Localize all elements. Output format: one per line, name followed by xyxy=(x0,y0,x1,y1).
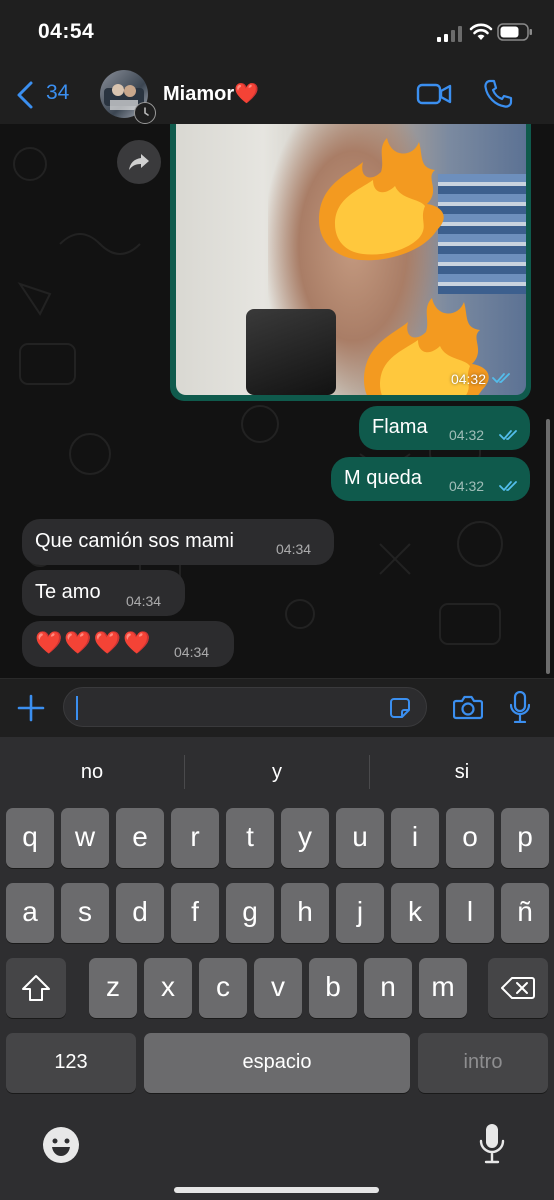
shift-key[interactable] xyxy=(6,958,66,1018)
key-h[interactable]: h xyxy=(281,883,329,943)
key-i[interactable]: i xyxy=(391,808,439,868)
key-v[interactable]: v xyxy=(254,958,302,1018)
message-text: Que camión sos mami xyxy=(35,530,234,552)
key-n[interactable]: n xyxy=(364,958,412,1018)
shift-icon xyxy=(22,975,50,1001)
key-m[interactable]: m xyxy=(419,958,467,1018)
key-y[interactable]: y xyxy=(281,808,329,868)
key-p[interactable]: p xyxy=(501,808,549,868)
key-ñ[interactable]: ñ xyxy=(501,883,549,943)
key-c[interactable]: c xyxy=(199,958,247,1018)
composer-bar xyxy=(0,678,554,737)
key-s[interactable]: s xyxy=(61,883,109,943)
whatsapp-chat-screen: 04:54 34 Miamor❤️ 04:32 Flama 04:32 M qu… xyxy=(0,0,554,1200)
photo-attachment[interactable]: 04:32 xyxy=(176,124,526,395)
cellular-signal-icon xyxy=(437,26,462,42)
home-indicator[interactable] xyxy=(174,1187,379,1193)
key-x[interactable]: x xyxy=(144,958,192,1018)
message-time: 04:34 xyxy=(174,644,210,660)
key-q[interactable]: q xyxy=(6,808,54,868)
message-text: Flama xyxy=(372,416,428,438)
message-list[interactable]: 04:32 Flama 04:32 M queda 04:32 Que cami xyxy=(0,124,554,678)
message-time: 04:32 xyxy=(449,478,485,494)
outgoing-message[interactable]: Flama 04:32 xyxy=(359,406,530,450)
phone-icon[interactable] xyxy=(482,78,514,110)
forward-icon xyxy=(129,154,149,170)
disappearing-messages-icon xyxy=(134,102,156,124)
space-key[interactable]: espacio xyxy=(144,1033,410,1093)
message-time: 04:32 xyxy=(449,427,485,443)
key-t[interactable]: t xyxy=(226,808,274,868)
chat-header: 34 Miamor❤️ xyxy=(0,64,554,125)
key-w[interactable]: w xyxy=(61,808,109,868)
back-chevron-icon[interactable] xyxy=(14,80,36,110)
key-j[interactable]: j xyxy=(336,883,384,943)
outgoing-message[interactable]: M queda 04:32 xyxy=(331,457,530,501)
emoji-icon[interactable] xyxy=(42,1126,80,1164)
scrollbar[interactable] xyxy=(546,419,550,674)
key-l[interactable]: l xyxy=(446,883,494,943)
camera-icon[interactable] xyxy=(453,694,483,720)
message-time: 04:32 xyxy=(450,371,486,387)
read-receipt-icon xyxy=(499,430,517,440)
message-time: 04:34 xyxy=(126,593,162,609)
text-caret xyxy=(76,696,78,720)
key-e[interactable]: e xyxy=(116,808,164,868)
mic-icon[interactable] xyxy=(510,691,530,723)
numbers-key[interactable]: 123 xyxy=(6,1033,136,1093)
incoming-message[interactable]: Te amo 04:34 xyxy=(22,570,185,616)
status-time: 04:54 xyxy=(38,20,95,43)
message-text: ❤️❤️❤️❤️ xyxy=(35,630,153,655)
read-receipt-icon xyxy=(492,373,510,383)
key-z[interactable]: z xyxy=(89,958,137,1018)
message-input[interactable] xyxy=(63,687,427,727)
unread-chats-count[interactable]: 34 xyxy=(46,81,69,105)
suggestion-no[interactable]: no xyxy=(0,737,184,807)
fire-icon xyxy=(319,138,444,261)
read-receipt-icon xyxy=(499,481,517,491)
wifi-icon xyxy=(469,23,493,40)
suggestion-si[interactable]: si xyxy=(370,737,554,807)
sticker-icon[interactable] xyxy=(389,697,411,719)
key-r[interactable]: r xyxy=(171,808,219,868)
status-bar: 04:54 xyxy=(0,0,554,64)
message-text: M queda xyxy=(344,467,422,489)
key-u[interactable]: u xyxy=(336,808,384,868)
key-k[interactable]: k xyxy=(391,883,439,943)
contact-name[interactable]: Miamor❤️ xyxy=(163,81,259,106)
key-o[interactable]: o xyxy=(446,808,494,868)
key-d[interactable]: d xyxy=(116,883,164,943)
image-message[interactable]: 04:32 xyxy=(170,124,531,401)
return-key[interactable]: intro xyxy=(418,1033,548,1093)
key-a[interactable]: a xyxy=(6,883,54,943)
keyboard: no y si qwertyuiop asdfghjklñ zxcvbnm 12… xyxy=(0,737,554,1200)
key-b[interactable]: b xyxy=(309,958,357,1018)
message-text: Te amo xyxy=(35,581,101,603)
battery-icon xyxy=(497,23,532,41)
plus-icon[interactable] xyxy=(16,693,46,723)
video-call-icon[interactable] xyxy=(416,80,452,108)
forward-button[interactable] xyxy=(117,140,161,184)
backspace-key[interactable] xyxy=(488,958,548,1018)
message-time: 04:34 xyxy=(276,541,312,557)
key-g[interactable]: g xyxy=(226,883,274,943)
key-f[interactable]: f xyxy=(171,883,219,943)
backspace-icon xyxy=(501,977,535,999)
dictation-icon[interactable] xyxy=(479,1122,505,1164)
incoming-message[interactable]: ❤️❤️❤️❤️ 04:34 xyxy=(22,621,234,667)
incoming-message[interactable]: Que camión sos mami 04:34 xyxy=(22,519,334,565)
suggestion-y[interactable]: y xyxy=(185,737,369,807)
